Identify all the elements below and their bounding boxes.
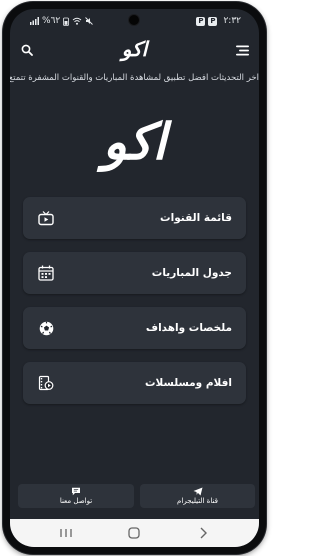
battery-percent: %٦٢	[42, 16, 61, 26]
ticker-text: اخر التحديثات افضل تطبيق لمشاهدة المباري…	[10, 73, 259, 83]
recents-button[interactable]	[51, 523, 81, 543]
home-button[interactable]	[119, 523, 149, 543]
clock: ٢:٣٢	[223, 16, 241, 26]
app-screen: %٦٢ P P ٢:٣٢ اكو اخر التحديثات افضل تطبي…	[10, 9, 259, 547]
contact-us-label: تواصل معنا	[59, 497, 93, 505]
notification-badge: P	[208, 16, 218, 26]
battery-icon	[63, 17, 70, 26]
app-header: اكو	[10, 35, 259, 65]
chat-icon	[72, 487, 80, 496]
menu-item-label: افلام ومسلسلات	[144, 377, 232, 389]
home-icon	[128, 527, 141, 539]
wifi-icon	[72, 17, 82, 25]
mute-icon	[85, 17, 94, 25]
news-ticker: اخر التحديثات افضل تطبيق لمشاهدة المباري…	[10, 73, 259, 91]
calendar-icon	[36, 263, 56, 283]
telegram-channel-label: قناة التيليجرام	[177, 497, 218, 505]
menu-item-label: قائمة القنوات	[160, 212, 232, 224]
menu-item-matches-schedule[interactable]: جدول المباريات	[23, 252, 246, 294]
contact-us-button[interactable]: تواصل معنا	[18, 484, 134, 508]
send-icon	[193, 487, 202, 496]
menu-item-highlights[interactable]: ملخصات واهداف	[23, 307, 246, 349]
notification-badge: P	[196, 16, 206, 26]
film-icon	[36, 373, 56, 393]
tv-icon	[36, 208, 56, 228]
signal-icon	[30, 17, 39, 25]
status-bar: %٦٢ P P ٢:٣٢	[10, 9, 259, 33]
menu-button[interactable]	[231, 39, 253, 61]
menu-item-label: ملخصات واهداف	[145, 322, 232, 334]
hamburger-menu-icon	[235, 45, 249, 55]
back-icon	[200, 527, 207, 539]
back-button[interactable]	[188, 523, 218, 543]
front-camera	[129, 15, 139, 25]
telegram-channel-button[interactable]: قناة التيليجرام	[140, 484, 255, 508]
menu-item-channels[interactable]: قائمة القنوات	[23, 197, 246, 239]
app-logo: اكو	[121, 37, 148, 61]
menu-item-label: جدول المباريات	[151, 267, 232, 279]
recents-icon	[60, 529, 72, 537]
menu-item-movies-series[interactable]: افلام ومسلسلات	[23, 362, 246, 404]
phone-frame: %٦٢ P P ٢:٣٢ اكو اخر التحديثات افضل تطبي…	[3, 2, 266, 554]
status-right: P P ٢:٣٢	[196, 16, 241, 26]
navigation-bar	[10, 519, 259, 547]
soccer-ball-icon	[36, 318, 56, 338]
hero-logo: اكو	[102, 113, 167, 171]
status-left: %٦٢	[30, 16, 94, 26]
